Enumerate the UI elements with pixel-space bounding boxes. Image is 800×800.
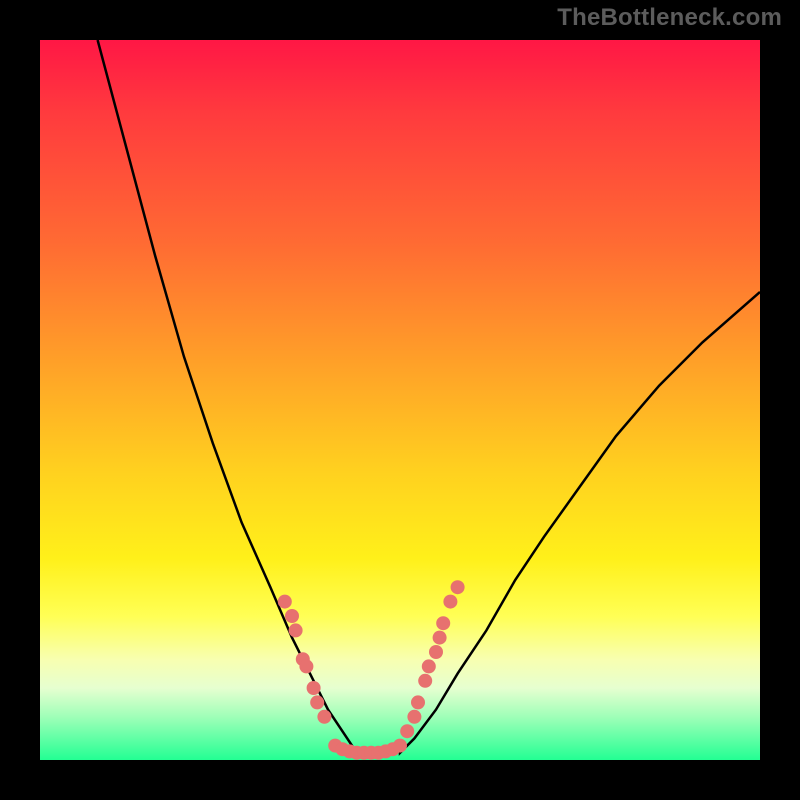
watermark-text: TheBottleneck.com — [557, 4, 782, 32]
plot-area — [40, 40, 760, 760]
data-point — [285, 609, 299, 623]
data-point — [310, 695, 324, 709]
data-point — [299, 659, 313, 673]
data-point — [289, 623, 303, 637]
data-point — [307, 681, 321, 695]
data-point — [451, 580, 465, 594]
data-point — [422, 659, 436, 673]
data-point — [278, 595, 292, 609]
data-point — [317, 710, 331, 724]
data-point — [411, 695, 425, 709]
data-point — [418, 674, 432, 688]
data-point — [400, 724, 414, 738]
bottleneck-curve — [98, 40, 760, 753]
data-point — [436, 616, 450, 630]
data-point — [433, 631, 447, 645]
data-point — [393, 739, 407, 753]
chart-frame: TheBottleneck.com — [0, 0, 800, 800]
bottleneck-curve-svg — [40, 40, 760, 760]
data-point — [429, 645, 443, 659]
data-point — [443, 595, 457, 609]
data-point — [407, 710, 421, 724]
